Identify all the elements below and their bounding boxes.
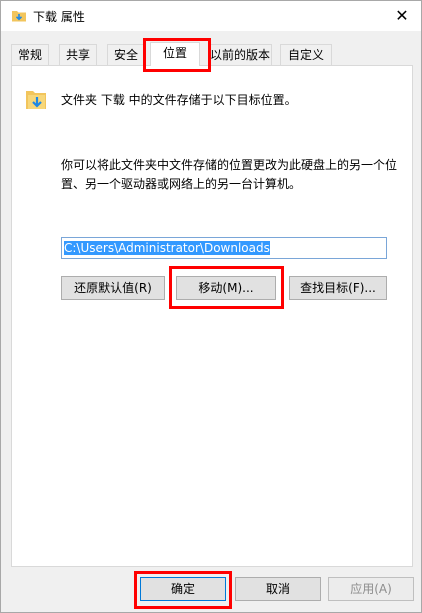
apply-button[interactable]: 应用(A): [328, 577, 414, 601]
tab-location[interactable]: 位置: [150, 42, 200, 66]
location-intro-text: 文件夹 下载 中的文件存储于以下目标位置。: [61, 93, 297, 107]
cancel-button[interactable]: 取消: [235, 577, 321, 601]
path-value: C:\Users\Administrator\Downloads: [64, 241, 270, 255]
move-button[interactable]: 移动(M)...: [176, 276, 276, 300]
tab-security[interactable]: 安全: [107, 44, 145, 65]
location-description-text: 你可以将此文件夹中文件存储的位置更改为此硬盘上的另一个位置、另一个驱动器或网络上…: [61, 158, 398, 191]
title-bar[interactable]: 下载 属性 ✕: [1, 1, 421, 31]
find-target-button[interactable]: 查找目标(F)...: [289, 276, 387, 300]
ok-button[interactable]: 确定: [140, 577, 226, 601]
location-panel: [11, 65, 413, 567]
tab-customize[interactable]: 自定义: [280, 44, 332, 65]
folder-download-icon: [12, 11, 26, 22]
tab-general[interactable]: 常规: [11, 44, 49, 65]
folder-download-icon: [26, 91, 46, 109]
window-title: 下载 属性: [33, 10, 85, 24]
restore-default-button[interactable]: 还原默认值(R): [61, 276, 165, 300]
path-input[interactable]: C:\Users\Administrator\Downloads: [61, 237, 387, 259]
properties-dialog: 下载 属性 ✕ 常规 共享 安全 位置 以前的版本 自定义 文件夹 下载 中的文…: [0, 0, 422, 613]
close-button[interactable]: ✕: [387, 3, 417, 29]
tab-previous-versions[interactable]: 以前的版本: [208, 44, 272, 65]
tab-sharing[interactable]: 共享: [59, 44, 97, 65]
